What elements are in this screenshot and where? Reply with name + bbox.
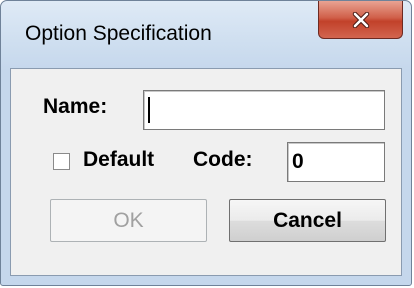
dialog-window: Option Specification Name: Default Code:… <box>0 0 412 286</box>
dialog-body: Name: Default Code: 0 OK Cancel <box>10 68 402 276</box>
ok-button-label: OK <box>113 208 144 232</box>
window-title: Option Specification <box>25 22 212 45</box>
code-value: 0 <box>292 150 304 173</box>
cancel-button-label: Cancel <box>273 208 342 232</box>
text-caret <box>148 97 150 123</box>
cancel-button[interactable]: Cancel <box>229 199 386 242</box>
close-icon <box>352 11 370 28</box>
close-button[interactable] <box>318 1 403 39</box>
ok-button[interactable]: OK <box>50 199 207 242</box>
name-label: Name: <box>43 95 108 118</box>
default-checkbox[interactable] <box>53 153 70 170</box>
code-label: Code: <box>193 148 253 171</box>
name-field[interactable] <box>143 90 385 130</box>
code-field[interactable]: 0 <box>287 142 385 182</box>
default-label[interactable]: Default <box>83 148 154 172</box>
title-bar[interactable]: Option Specification <box>1 1 411 67</box>
